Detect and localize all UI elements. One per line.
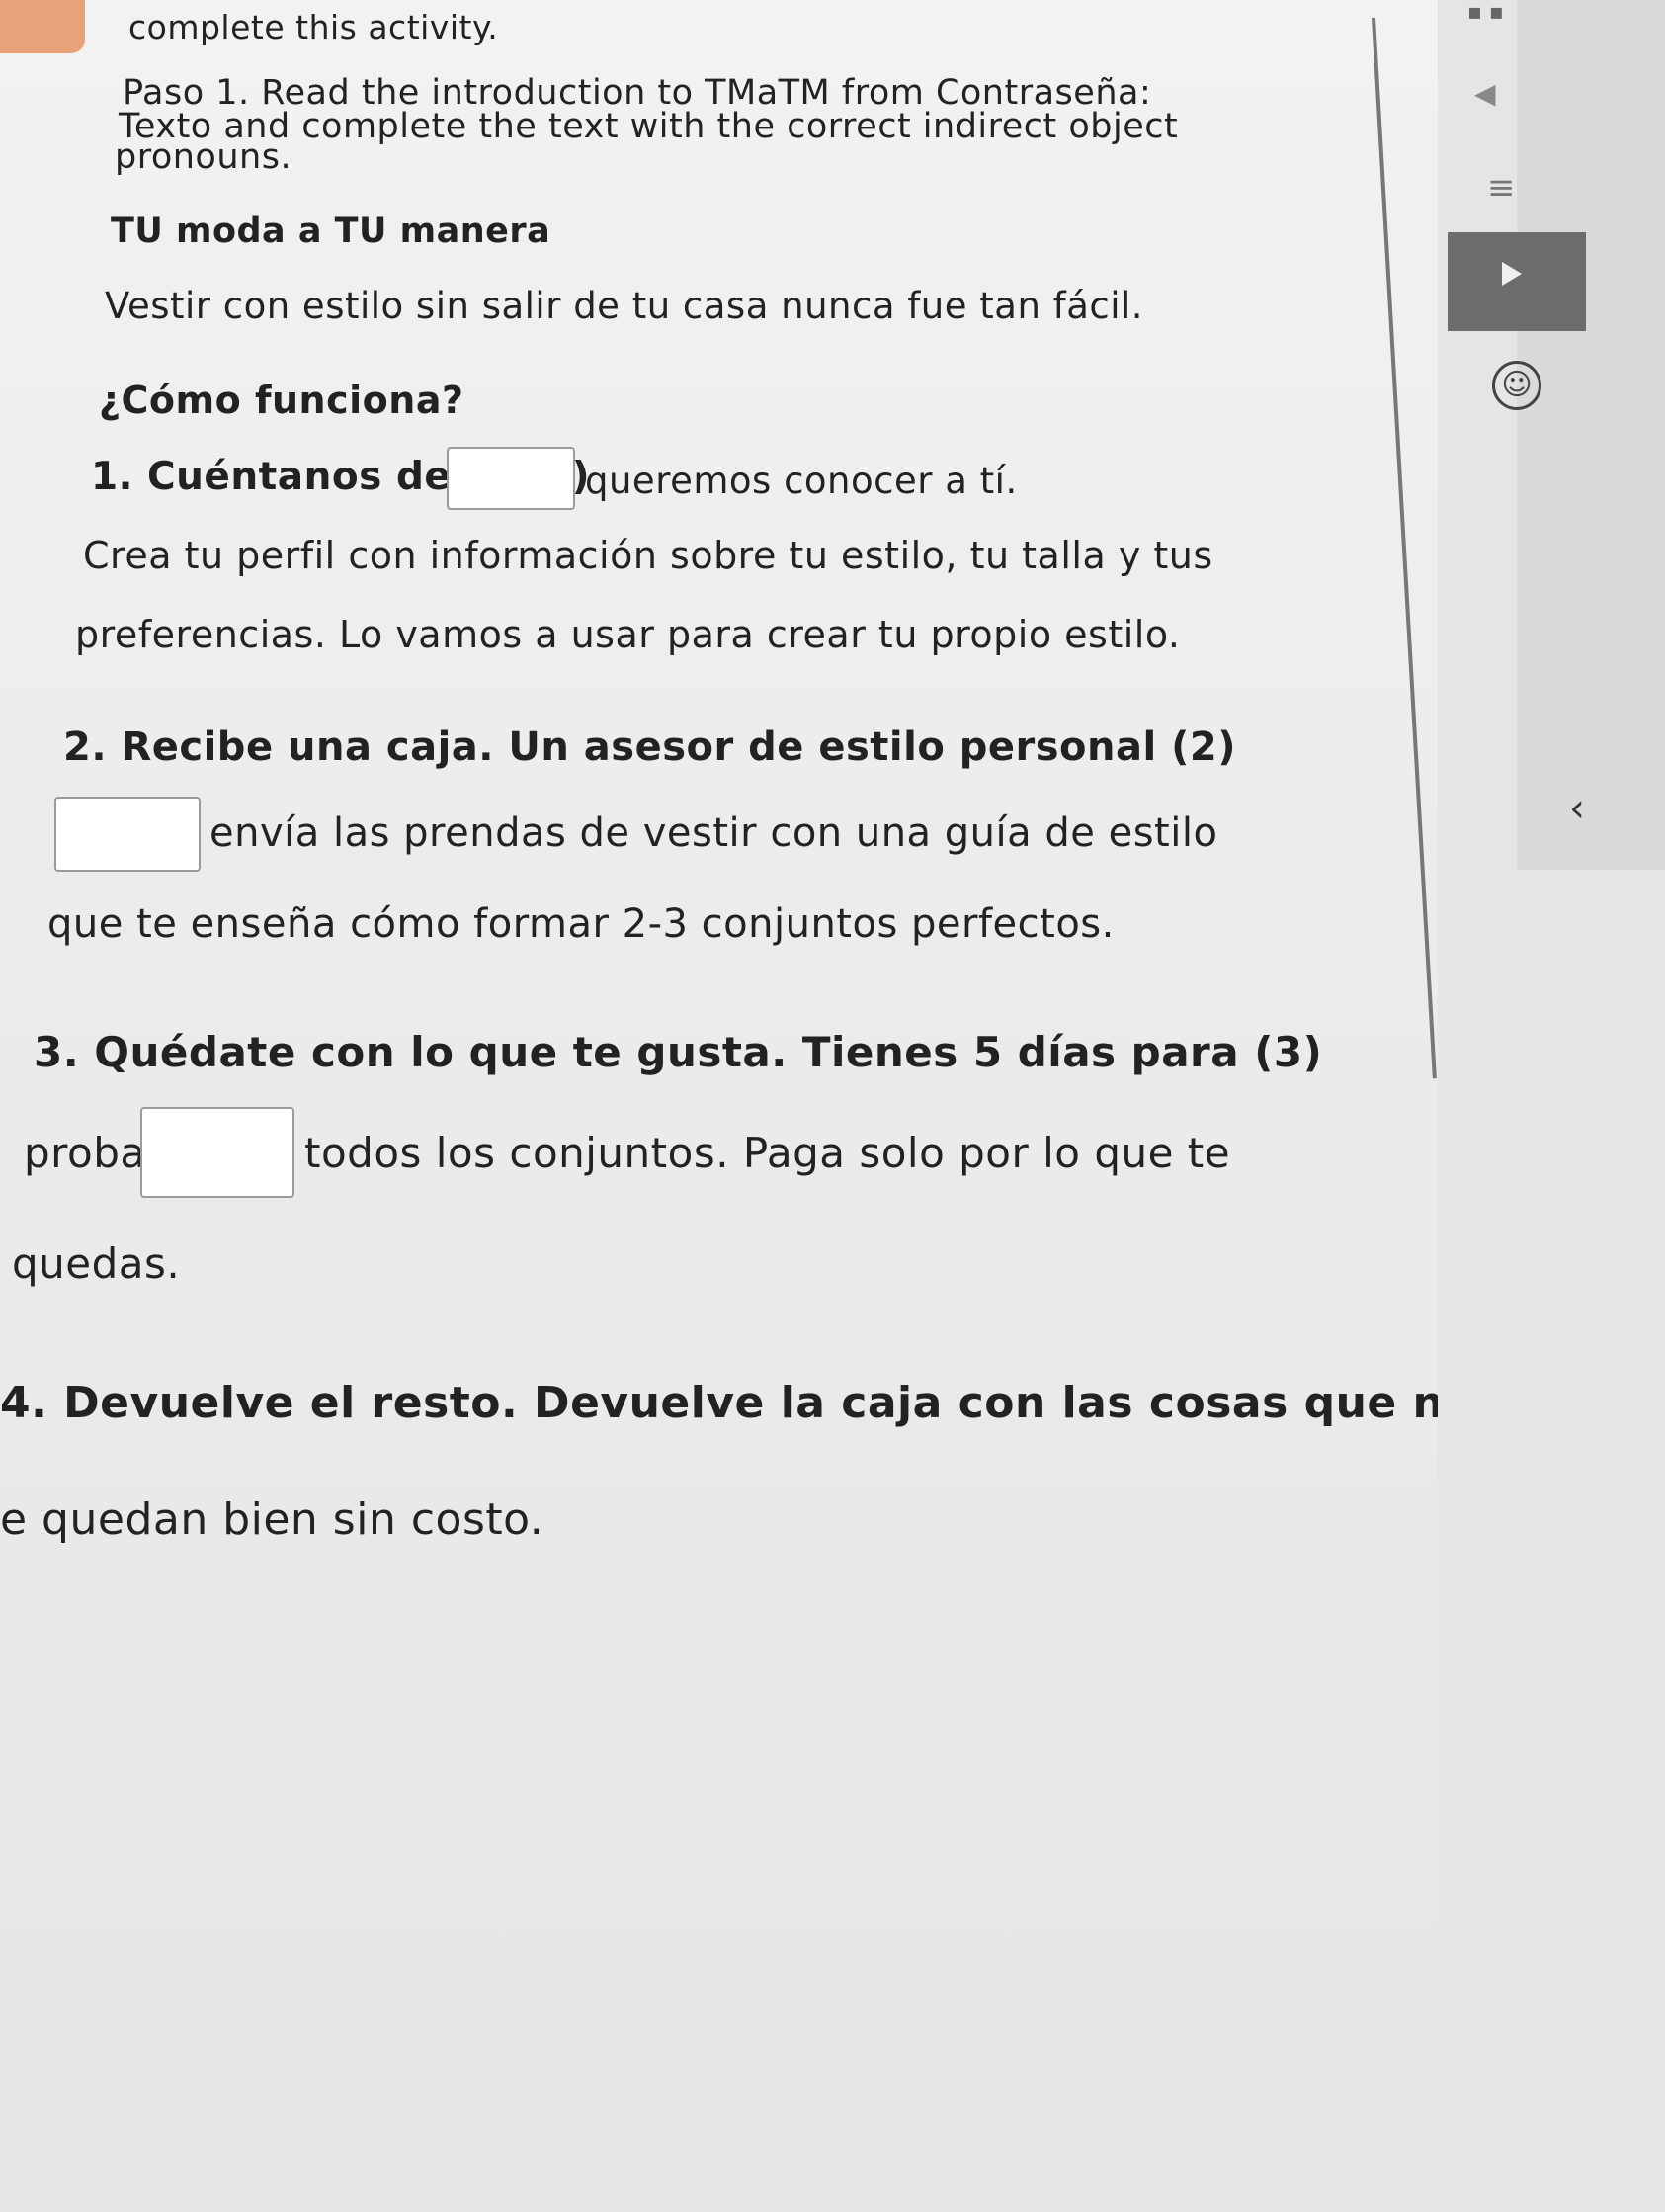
step3-line-3: quedas. <box>12 1239 181 1288</box>
step3-after-blank: todos los conjuntos. Paga solo por lo qu… <box>304 1129 1231 1177</box>
step2-lead: 2. Recibe una caja. Un asesor de estilo … <box>63 724 1236 770</box>
side-panel-strip <box>1517 0 1665 870</box>
article-title: TU moda a TU manera <box>111 212 551 251</box>
step2-line-3: que te enseña cómo formar 2-3 conjuntos … <box>47 901 1115 947</box>
play-icon[interactable] <box>1502 262 1522 286</box>
step1-line-2: Crea tu perfil con información sobre tu … <box>83 534 1213 577</box>
step1-line-3: preferencias. Lo vamos a usar para crear… <box>75 613 1181 656</box>
step1-after-blank: queremos conocer a tí. <box>585 460 1018 502</box>
activity-instruction: complete this activity. <box>128 8 499 46</box>
how-it-works-heading: ¿Cómo funciona? <box>99 379 464 422</box>
worksheet-page: complete this activity. Paso 1. Read the… <box>0 0 1665 2212</box>
accessibility-icon[interactable]: ☺ <box>1492 361 1541 410</box>
paso-line-3: pronouns. <box>115 137 292 177</box>
blank-2-input[interactable] <box>54 797 201 872</box>
menu-icon[interactable]: ≡ <box>1487 168 1516 208</box>
step4-line-2: e quedan bien sin costo. <box>0 1494 544 1545</box>
back-icon[interactable]: ◀ <box>1474 77 1496 110</box>
article-subtitle: Vestir con estilo sin salir de tu casa n… <box>105 285 1144 327</box>
step3-lead: 3. Quédate con lo que te gusta. Tienes 5… <box>34 1028 1323 1076</box>
corner-tab[interactable] <box>0 0 85 53</box>
chevron-left-icon[interactable]: ‹ <box>1569 786 1585 831</box>
blank-3-input[interactable] <box>140 1107 294 1198</box>
step4-lead: 4. Devuelve el resto. Devuelve la caja c… <box>0 1378 1475 1428</box>
step2-after-blank: envía las prendas de vestir con una guía… <box>209 810 1218 856</box>
blank-1-input[interactable] <box>447 447 575 510</box>
status-dots-icon: ▪ ▪ <box>1467 0 1504 25</box>
